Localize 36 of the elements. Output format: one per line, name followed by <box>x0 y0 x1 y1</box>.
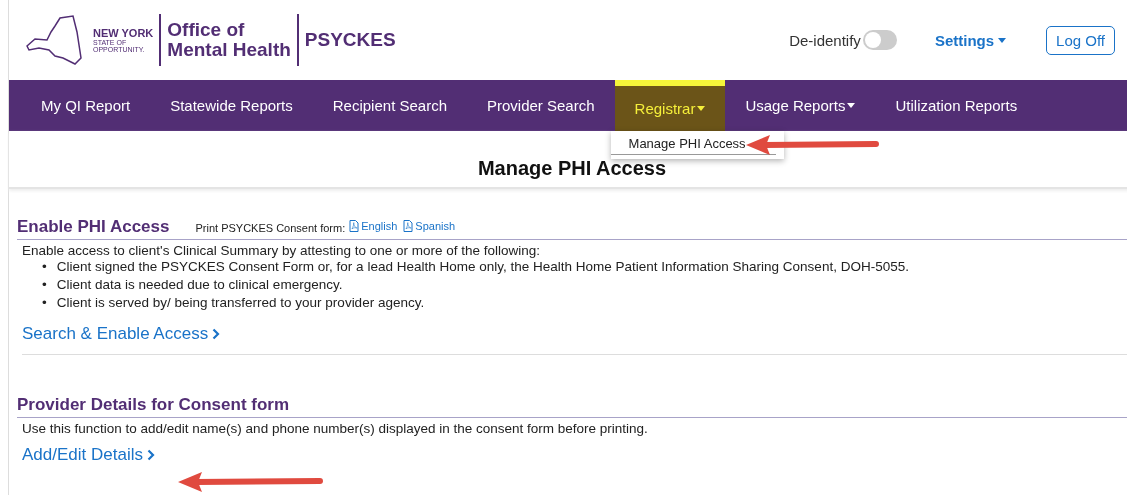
pdf-link[interactable]: English <box>349 220 398 232</box>
bullet-marker: • <box>42 294 47 312</box>
intro-text: Use this function to add/edit name(s) and phone number(s) displayed in the consent form before printing. <box>22 421 649 436</box>
action-link[interactable]: Search & Enable Access <box>22 324 221 344</box>
page-title: Manage PHI Access <box>477 157 667 180</box>
arrow-icon <box>746 134 880 156</box>
nav-item[interactable]: Utilization Reports <box>875 80 1038 131</box>
settings-link[interactable]: Settings <box>934 31 1007 49</box>
nav-item[interactable]: Statewide Reports <box>150 80 313 131</box>
bullet-marker: • <box>42 276 47 294</box>
caret-icon <box>998 37 1007 43</box>
deidentify-toggle[interactable] <box>862 30 897 50</box>
action-link[interactable]: Add/Edit Details <box>22 445 155 465</box>
bullet-item: Client data is needed due to clinical emergency. <box>56 276 343 294</box>
pdf-icon <box>349 220 360 232</box>
section-title: Enable PHI Access <box>17 217 170 237</box>
arrow-icon <box>178 471 324 493</box>
deidentify-label: De-identify <box>789 31 861 49</box>
nav-item[interactable]: Provider Search <box>467 80 615 131</box>
log-off-button[interactable]: Log Off <box>1046 25 1115 55</box>
bullet-item: Client is served by/ being transferred to your provider agency. <box>56 294 425 312</box>
bullet-item: Client signed the PSYCKES Consent Form or, for a lead Health Home only, the Health Home Patient Information Sharing Consent, DOH-5055. <box>56 258 909 276</box>
pdf-icon <box>403 220 414 232</box>
chevron-icon <box>212 328 221 340</box>
section-title: Provider Details for Consent form <box>17 395 290 415</box>
intro-text: Enable access to client's Clinical Summary by attesting to one or more of the following: <box>22 243 542 258</box>
office-name: Office of Mental Health <box>167 20 291 60</box>
nav-item[interactable]: Registrar <box>614 80 726 131</box>
pdf-link[interactable]: Spanish <box>403 220 456 232</box>
product-name: PSYCKES <box>304 29 396 51</box>
nav-item[interactable]: Usage Reports <box>725 80 876 131</box>
nav-item[interactable]: Recipient Search <box>312 80 467 131</box>
nav-item[interactable]: My QI Report <box>21 80 151 131</box>
print-label: Print PSYCKES Consent form: <box>195 222 346 234</box>
chevron-icon <box>146 449 155 461</box>
bullet-marker: • <box>42 258 47 276</box>
